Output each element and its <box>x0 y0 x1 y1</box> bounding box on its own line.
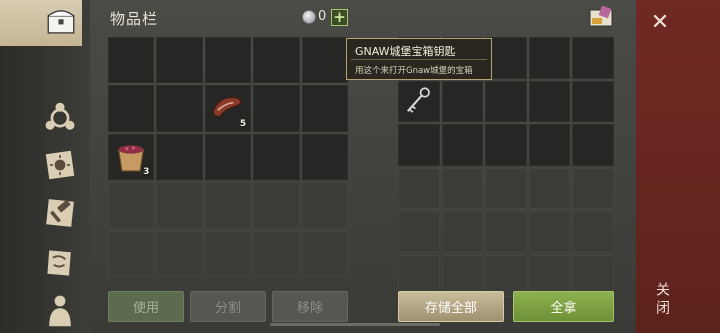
take-all-button[interactable]: 全拿 <box>513 291 614 322</box>
inventory-slot[interactable] <box>204 133 252 181</box>
inventory-slot-locked <box>108 182 155 229</box>
inventory-slot[interactable] <box>156 37 203 84</box>
chest-slot-locked <box>398 167 440 210</box>
add-coins-button[interactable]: + <box>331 9 348 26</box>
chest-slot-locked <box>528 211 571 253</box>
inventory-slot[interactable] <box>108 37 155 84</box>
hammer-icon <box>46 199 74 227</box>
chest-slot[interactable] <box>572 124 614 166</box>
use-button[interactable]: 使用 <box>108 291 184 322</box>
tooltip-divider <box>351 59 487 60</box>
chest-slot[interactable] <box>441 124 484 166</box>
inventory-slot[interactable] <box>253 37 300 84</box>
item-count: 3 <box>143 167 150 178</box>
inventory-slot-locked <box>156 182 203 229</box>
chest-slot[interactable] <box>485 124 527 166</box>
chest-slot[interactable] <box>528 124 571 166</box>
scroll-indicator <box>270 323 440 326</box>
inventory-slot-locked <box>204 230 252 277</box>
inventory-slot[interactable] <box>156 133 203 181</box>
sidebar-map-button[interactable] <box>40 243 80 283</box>
chest-tab-icon <box>47 10 75 34</box>
inventory-tab-active[interactable] <box>0 0 82 46</box>
tooltip-description: 用这个来打开Gnaw城堡的宝箱 <box>355 66 473 76</box>
key-icon <box>407 86 430 113</box>
sidebar-skills-button[interactable] <box>40 98 80 138</box>
chest-slot-locked <box>572 167 614 210</box>
inventory-slot-locked <box>301 182 348 229</box>
chest-slot[interactable] <box>485 80 527 123</box>
chest-slot-locked <box>528 167 571 210</box>
chest-slot-locked <box>398 211 440 253</box>
chest-slot[interactable] <box>441 80 484 123</box>
tooltip-title: GNAW城堡宝箱钥匙 <box>355 45 456 58</box>
inventory-slot-locked <box>204 182 252 229</box>
inventory-slot[interactable] <box>204 37 252 84</box>
split-button[interactable]: 分割 <box>190 291 266 322</box>
inventory-slot-meat[interactable]: 5 <box>204 85 252 132</box>
chest-slot[interactable] <box>528 80 571 123</box>
inventory-slot[interactable] <box>253 133 300 181</box>
scroll-map-icon <box>47 250 71 276</box>
inventory-slot[interactable] <box>301 133 348 181</box>
left-sidebar <box>0 0 90 333</box>
inventory-grid: 5 3 <box>108 37 350 277</box>
chest-slot-locked <box>441 167 484 210</box>
chest-slot-locked <box>485 211 527 253</box>
close-panel[interactable] <box>636 0 720 333</box>
inventory-slot-locked <box>108 230 155 277</box>
chest-slot[interactable] <box>528 37 571 79</box>
chest-slot[interactable] <box>572 37 614 79</box>
inventory-slot-locked <box>253 230 300 277</box>
coin-icon <box>302 10 316 24</box>
remove-button[interactable]: 移除 <box>272 291 348 322</box>
close-label[interactable]: 关闭 <box>652 282 672 318</box>
store-all-button[interactable]: 存储全部 <box>398 291 504 322</box>
chest-slot[interactable] <box>572 80 614 123</box>
item-count: 5 <box>239 118 247 129</box>
close-icon[interactable]: ✕ <box>648 10 672 35</box>
game-inventory-screen: 物品栏 0 + 5 3 使用 分割 移除 存储全部 全拿 ✕ 关闭 GNAW城堡… <box>0 0 720 333</box>
triad-icon <box>45 102 75 130</box>
inventory-slot[interactable] <box>301 85 348 132</box>
chest-slot-key[interactable] <box>398 80 440 123</box>
inventory-slot[interactable] <box>253 85 300 132</box>
inventory-slot[interactable] <box>156 85 203 132</box>
sun-book-icon <box>45 150 75 180</box>
chest-slot-locked <box>441 211 484 253</box>
chest-slot-locked <box>485 167 527 210</box>
inventory-slot-berry-bowl[interactable]: 3 <box>108 133 155 181</box>
character-icon <box>49 295 71 327</box>
chest-slot[interactable] <box>398 124 440 166</box>
chest-badge-icon <box>589 5 613 27</box>
chest-slot-locked <box>572 211 614 253</box>
inventory-slot-locked <box>156 230 203 277</box>
item-tooltip: GNAW城堡宝箱钥匙 用这个来打开Gnaw城堡的宝箱 <box>346 38 492 80</box>
inventory-slot[interactable] <box>108 85 155 132</box>
coin-count: 0 <box>318 9 327 24</box>
inventory-slot[interactable] <box>301 37 348 84</box>
inventory-title: 物品栏 <box>110 10 159 28</box>
sidebar-character-button[interactable] <box>40 290 80 330</box>
sidebar-crafting-button[interactable] <box>40 193 80 233</box>
sidebar-recipes-button[interactable] <box>40 145 80 185</box>
inventory-slot-locked <box>301 230 348 277</box>
inventory-slot-locked <box>253 182 300 229</box>
